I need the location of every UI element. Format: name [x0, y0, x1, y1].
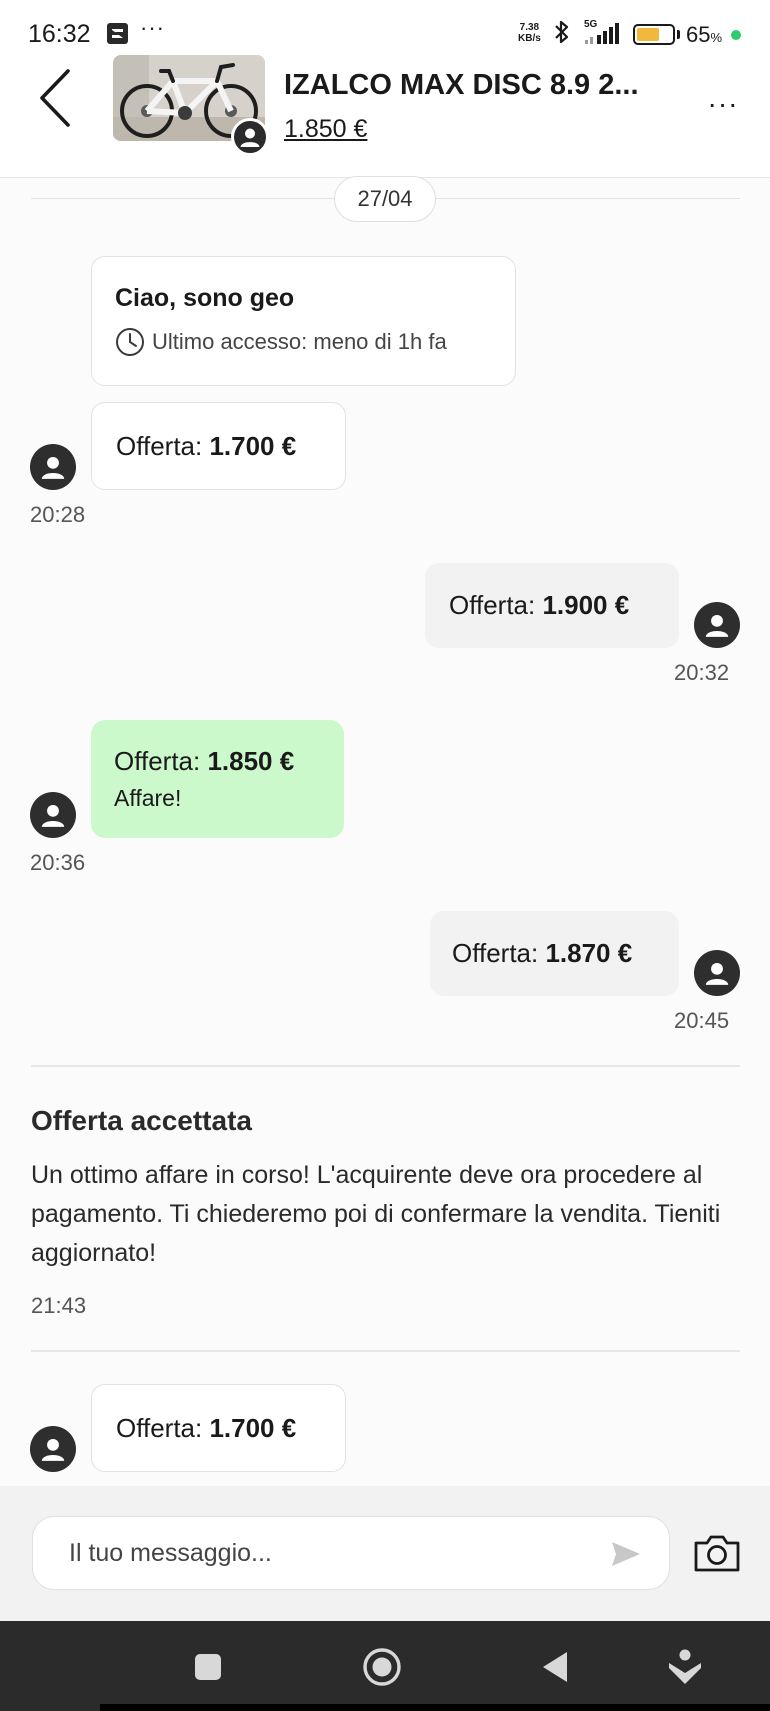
user-icon	[41, 804, 65, 827]
message-time: 20:45	[674, 1008, 730, 1033]
battery-tip	[677, 30, 680, 39]
last-access: Ultimo accesso: meno di 1h fa	[115, 327, 492, 357]
more-horizontal-icon: ···	[707, 88, 739, 119]
date-chip: 27/04	[334, 176, 436, 222]
last-access-text: Ultimo accesso: meno di 1h fa	[152, 329, 447, 354]
camera-icon	[694, 1535, 740, 1572]
buyer-avatar[interactable]	[30, 792, 76, 838]
message-time: 20:28	[30, 502, 86, 527]
assistant-icon	[669, 1649, 701, 1684]
offer-text: Offerta: 1.850 €	[114, 746, 344, 777]
section-divider	[31, 1350, 740, 1352]
recents-icon	[195, 1654, 221, 1680]
accepted-offer-body: Un ottimo affare in corso! L'acquirente …	[31, 1161, 721, 1267]
offer-amount: 1.870 €	[545, 938, 633, 968]
nav-bar-bottom-strip	[100, 1704, 770, 1711]
back-icon	[543, 1652, 567, 1682]
accepted-offer-title: Offerta accettata	[31, 1105, 252, 1136]
battery-icon	[633, 24, 675, 45]
buyer-intro-card: Ciao, sono geo Ultimo accesso: meno di 1…	[91, 256, 516, 386]
message-time: 20:32	[674, 660, 730, 685]
more-notifications-indicator: ···	[140, 15, 165, 40]
offer-text: Offerta: 1.870 €	[452, 938, 679, 969]
offer-amount: 1.700 €	[209, 430, 297, 461]
message-input[interactable]	[69, 1538, 589, 1568]
product-price[interactable]: 1.850 €	[284, 115, 367, 144]
offer-amount: 1.900 €	[542, 590, 630, 620]
battery-percent-unit: %	[710, 30, 723, 45]
offer-text: Offerta: 1.900 €	[449, 590, 679, 621]
offer-label: Offerta:	[116, 1412, 210, 1443]
privacy-indicator-dot	[731, 30, 741, 40]
assistant-button[interactable]	[658, 1640, 712, 1694]
signal-icon: 5G	[583, 20, 625, 51]
seller-avatar[interactable]	[694, 602, 740, 648]
send-button[interactable]	[606, 1534, 646, 1574]
offer-message-bubble: Offerta: 1.850 € Affare!	[91, 720, 344, 838]
back-nav-button[interactable]	[528, 1640, 582, 1694]
accepted-offer-time: 21:43	[31, 1293, 87, 1318]
status-time: 16:32	[28, 20, 91, 48]
message-time: 20:36	[30, 850, 86, 875]
signal-label: 5G	[584, 19, 598, 30]
offer-label: Offerta:	[114, 746, 208, 776]
intro-title: Ciao, sono geo	[115, 284, 295, 312]
user-icon	[240, 128, 260, 147]
chevron-left-icon	[40, 69, 70, 127]
battery-percent: 65%	[686, 22, 722, 48]
battery-percent-value: 65	[686, 22, 711, 47]
message-input-container[interactable]	[32, 1516, 670, 1590]
offer-text: Offerta: 1.700 €	[116, 1413, 345, 1444]
bluetooth-icon	[553, 19, 571, 50]
seller-avatar[interactable]	[694, 950, 740, 996]
home-button[interactable]	[355, 1640, 409, 1694]
offer-text: Offerta: 1.700 €	[116, 431, 345, 462]
camera-button[interactable]	[690, 1530, 744, 1576]
more-options-button[interactable]: ···	[705, 86, 741, 122]
offer-amount: 1.850 €	[207, 746, 295, 776]
offer-message-bubble: Offerta: 1.700 €	[91, 1384, 346, 1472]
offer-note: Affare!	[114, 785, 182, 811]
user-icon	[705, 962, 729, 985]
offer-amount: 1.700 €	[209, 1412, 297, 1443]
home-icon	[363, 1648, 401, 1686]
user-icon	[705, 614, 729, 637]
user-icon	[41, 456, 65, 479]
offer-label: Offerta:	[116, 430, 210, 461]
back-button[interactable]	[28, 66, 82, 130]
section-divider	[31, 1065, 740, 1067]
offer-message-bubble: Offerta: 1.900 €	[425, 563, 679, 648]
buyer-avatar[interactable]	[30, 444, 76, 490]
send-icon	[612, 1542, 640, 1566]
network-speed-value: 7.38	[519, 22, 540, 33]
recents-button[interactable]	[181, 1640, 235, 1694]
buyer-avatar[interactable]	[30, 1426, 76, 1472]
battery-fill	[637, 28, 660, 41]
clock-icon	[116, 328, 144, 356]
notification-app-icon	[107, 23, 128, 44]
offer-message-bubble: Offerta: 1.870 €	[430, 911, 679, 996]
product-title[interactable]: IZALCO MAX DISC 8.9 2...	[284, 69, 684, 102]
offer-message-bubble: Offerta: 1.700 €	[91, 402, 346, 490]
seller-avatar[interactable]	[231, 118, 269, 156]
network-speed-unit: KB/s	[518, 33, 541, 44]
offer-label: Offerta:	[452, 938, 546, 968]
user-icon	[41, 1438, 65, 1461]
offer-label: Offerta:	[449, 590, 543, 620]
network-speed: 7.38 KB/s	[518, 22, 541, 44]
